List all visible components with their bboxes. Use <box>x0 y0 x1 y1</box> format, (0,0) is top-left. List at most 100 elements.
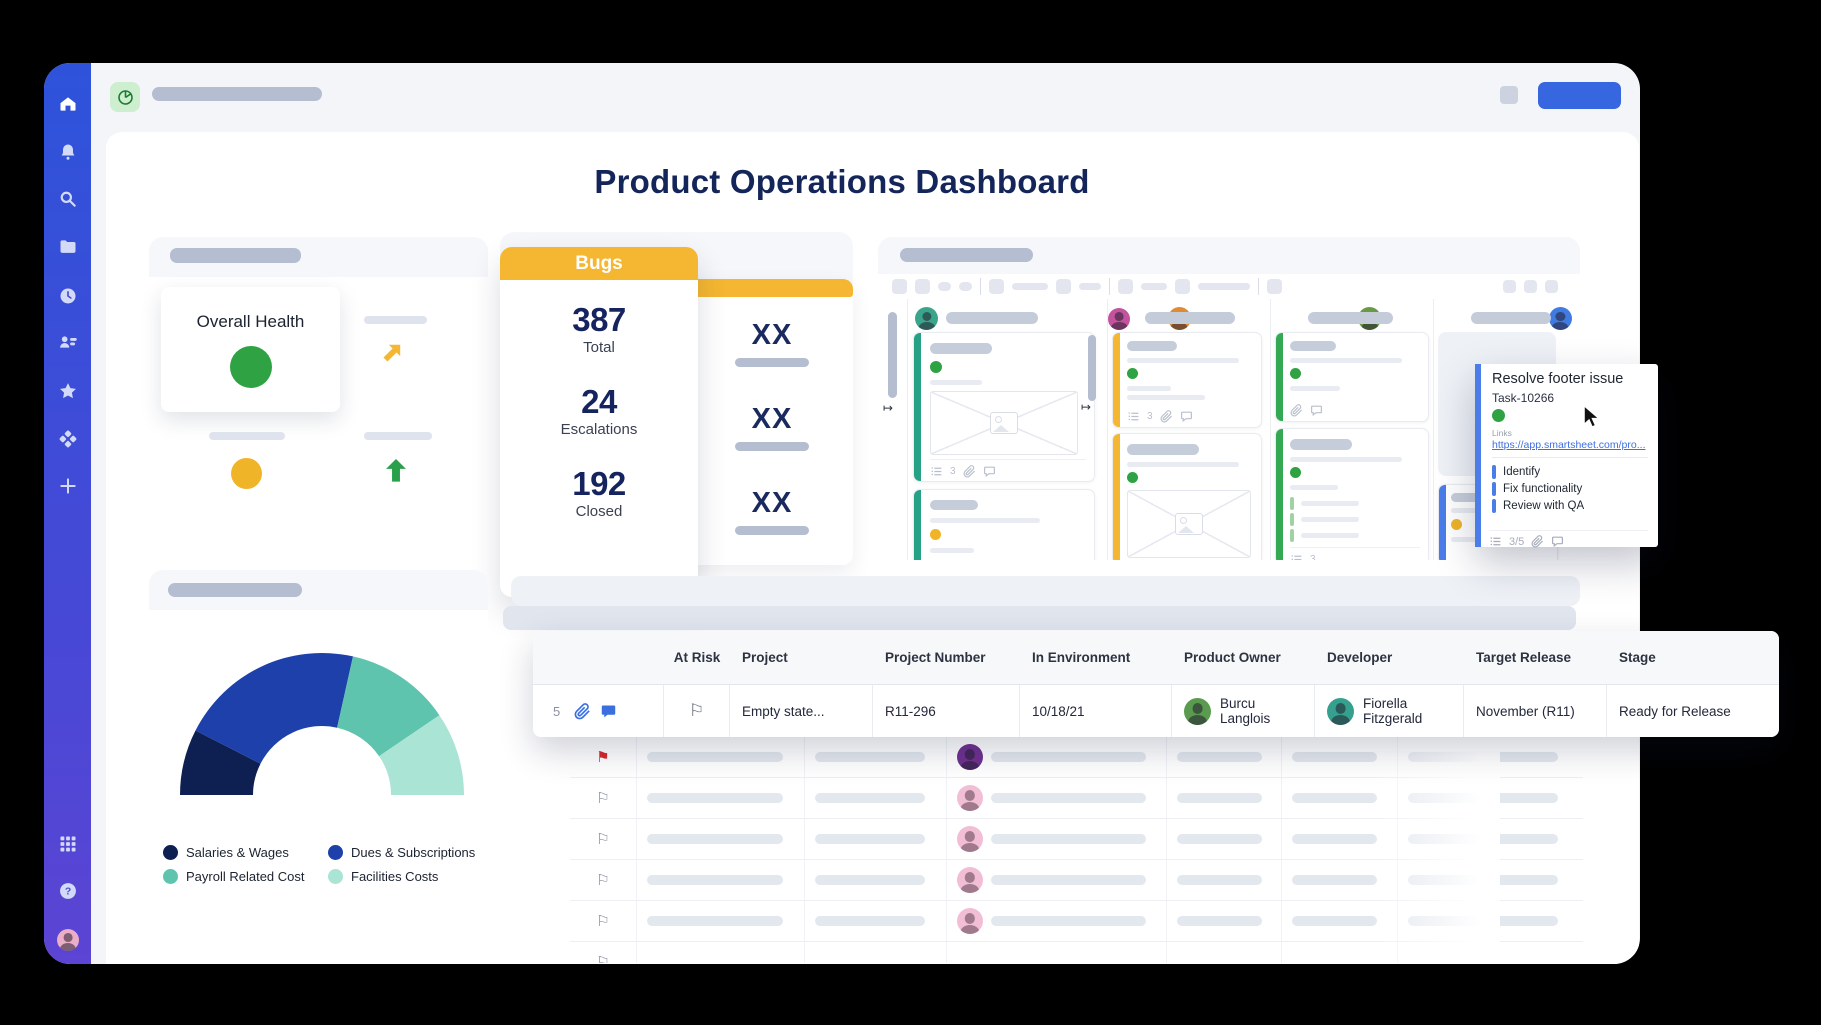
toolbar-button[interactable] <box>1267 279 1282 294</box>
legend-item: Facilities Costs <box>328 869 493 884</box>
toolbar-button[interactable] <box>1118 279 1133 294</box>
flag-icon[interactable]: ⚐ <box>596 873 609 888</box>
user-avatar[interactable] <box>57 929 79 951</box>
card-accent-bar <box>914 490 921 560</box>
flag-icon[interactable]: ⚐ <box>596 955 609 964</box>
expand-lane-icon[interactable]: ↦ <box>883 401 893 415</box>
kanban-card[interactable] <box>1275 332 1429 422</box>
status-yellow-dot <box>1451 519 1462 530</box>
health-status-green-dot <box>230 346 272 388</box>
checklist-item[interactable]: Fix functionality <box>1492 482 1582 496</box>
cell-developer[interactable]: Fiorella Fitzgerald <box>1315 685 1464 737</box>
col-header-at-risk[interactable]: At Risk <box>664 631 730 684</box>
lane-owner-avatar <box>1108 308 1130 330</box>
card-accent-bar <box>1276 333 1283 421</box>
kanban-card[interactable]: 3 <box>1112 332 1262 428</box>
toolbar-label-placeholder <box>1012 283 1048 290</box>
flag-icon[interactable]: ⚐ <box>596 914 609 929</box>
task-detail-popup[interactable]: Resolve footer issue Task-10266 Links ht… <box>1475 364 1658 547</box>
cell-project-number[interactable]: R11-296 <box>873 685 1020 737</box>
kanban-card[interactable]: 3 <box>913 332 1095 482</box>
col-header-developer[interactable]: Developer <box>1315 631 1464 684</box>
toolbar-button[interactable] <box>1545 280 1558 293</box>
col-header-project[interactable]: Project <box>730 631 873 684</box>
stat-value: XX <box>735 403 809 435</box>
sharing-people-icon[interactable] <box>58 333 78 353</box>
links-label: Links <box>1492 428 1512 438</box>
attachment-icon[interactable] <box>574 703 591 720</box>
lane-owner-avatar <box>1549 307 1572 330</box>
comment-icon <box>983 465 996 478</box>
comment-icon <box>1551 535 1564 548</box>
toolbar-label-placeholder <box>1079 283 1101 290</box>
col-header-target-release[interactable]: Target Release <box>1464 631 1607 684</box>
bugs-closed-label: Closed <box>500 502 698 521</box>
cell-project[interactable]: Empty state... <box>730 685 873 737</box>
toolbar-button[interactable] <box>1175 279 1190 294</box>
collapsed-lane-handle[interactable] <box>1088 335 1096 401</box>
flag-icon[interactable]: ⚐ <box>596 791 609 806</box>
toolbar-button[interactable] <box>892 279 907 294</box>
recents-clock-icon[interactable] <box>58 286 78 306</box>
dashboard-app-icon <box>110 82 140 112</box>
app-launcher-grid-icon[interactable] <box>58 834 78 854</box>
comment-icon <box>1180 410 1193 423</box>
status-green-dot <box>1492 409 1505 422</box>
col-header-project-number[interactable]: Project Number <box>873 631 1020 684</box>
notifications-bell-icon[interactable] <box>58 142 78 162</box>
lane-title-placeholder <box>946 312 1038 324</box>
lane-title-placeholder <box>1308 312 1393 324</box>
home-icon[interactable] <box>58 94 78 114</box>
col-header-in-environment[interactable]: In Environment <box>1020 631 1172 684</box>
app-window: ? Product Operations Dashboard Overall H… <box>44 63 1640 964</box>
status-green-dot <box>1290 467 1301 478</box>
bugs-escalations-value: 24 <box>500 384 698 420</box>
folder-icon[interactable] <box>58 237 78 257</box>
metric-label-placeholder <box>364 432 432 440</box>
flag-icon[interactable]: ⚐ <box>689 703 704 720</box>
cell-target-release[interactable]: November (R11) <box>1464 685 1607 737</box>
toolbar-button[interactable] <box>938 282 951 291</box>
checklist-item[interactable]: Identify <box>1492 465 1540 479</box>
toolbar-button[interactable] <box>1503 280 1516 293</box>
favorites-star-icon[interactable] <box>58 381 78 401</box>
attachment-icon <box>1531 535 1544 548</box>
flag-red-icon[interactable]: ⚑ <box>596 750 609 765</box>
overall-health-card[interactable]: Overall Health <box>161 287 340 412</box>
avatar <box>957 867 983 893</box>
task-link[interactable]: https://app.smartsheet.com/pro... <box>1492 439 1646 451</box>
comment-icon[interactable] <box>600 703 617 720</box>
checklist-icon <box>1127 410 1140 423</box>
topbar-secondary-button[interactable] <box>1500 86 1518 104</box>
task-title: Resolve footer issue <box>1492 371 1623 387</box>
kanban-card[interactable] <box>913 489 1095 560</box>
toolbar-button[interactable] <box>1056 279 1071 294</box>
expand-lane-icon[interactable]: ↦ <box>1081 400 1091 414</box>
collapsed-lane-handle[interactable] <box>888 312 897 398</box>
lane-title-placeholder <box>1471 312 1551 324</box>
card-accent-bar <box>914 333 921 481</box>
stat-label-placeholder <box>735 526 809 535</box>
task-id: Task-10266 <box>1492 391 1554 405</box>
topbar-primary-button[interactable] <box>1538 82 1621 109</box>
add-plus-icon[interactable] <box>58 476 78 496</box>
col-header-product-owner[interactable]: Product Owner <box>1172 631 1315 684</box>
flag-icon[interactable]: ⚐ <box>596 832 609 847</box>
kanban-card[interactable] <box>1112 433 1262 560</box>
kanban-card[interactable]: 3 <box>1275 428 1429 560</box>
bugs-stats-card[interactable]: Bugs 387Total 24Escalations 192Closed <box>500 247 698 597</box>
cell-product-owner[interactable]: Burcu Langlois <box>1172 685 1315 737</box>
toolbar-label-placeholder <box>1141 283 1167 290</box>
checklist-item[interactable]: Review with QA <box>1492 499 1584 513</box>
bugs-card-header: Bugs <box>500 247 698 280</box>
toolbar-button[interactable] <box>915 279 930 294</box>
table-row[interactable]: 5 ⚐ Empty state... R11-296 10/18/21 Burc… <box>533 685 1779 737</box>
toolbar-button[interactable] <box>959 282 972 291</box>
toolbar-button[interactable] <box>989 279 1004 294</box>
toolbar-button[interactable] <box>1524 280 1537 293</box>
cell-in-environment[interactable]: 10/18/21 <box>1020 685 1172 737</box>
apps-shapes-icon[interactable] <box>58 429 78 449</box>
help-icon[interactable]: ? <box>58 881 78 901</box>
col-header-stage[interactable]: Stage <box>1607 631 1779 684</box>
cell-stage[interactable]: Ready for Release <box>1607 685 1779 737</box>
